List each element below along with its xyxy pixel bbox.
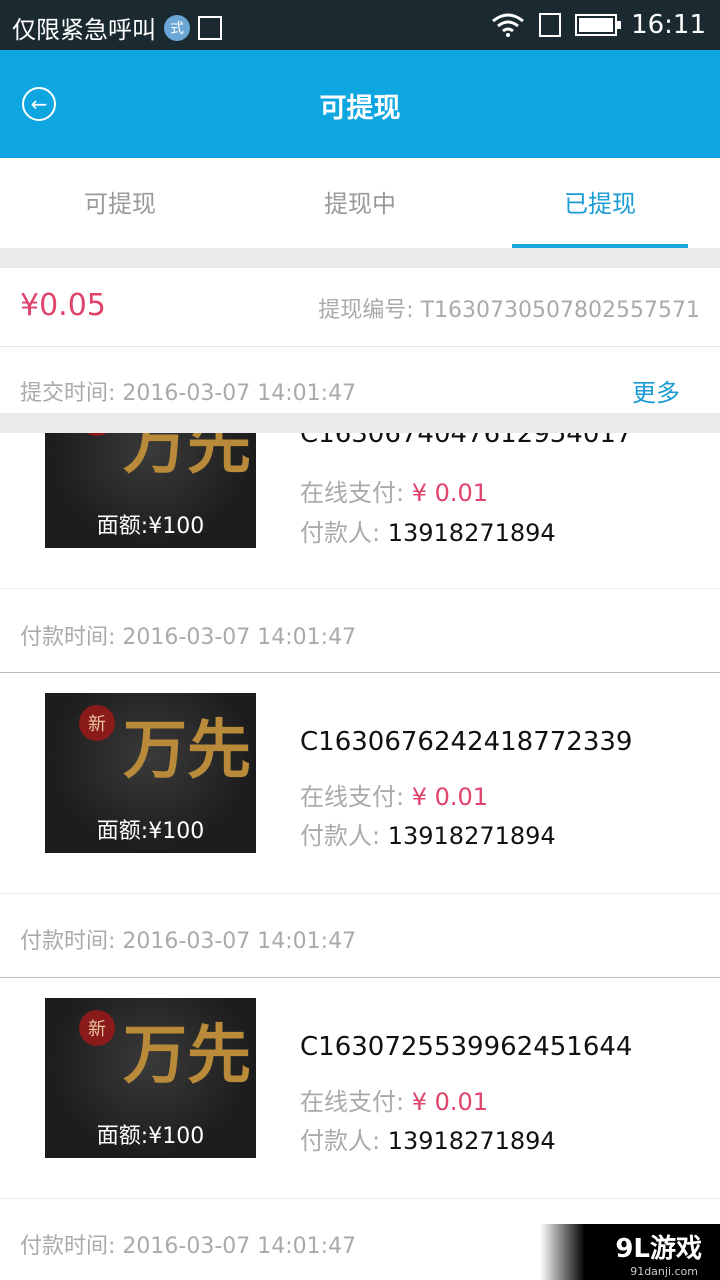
order-number: C1630674047612954017 [300, 433, 633, 449]
section-divider [0, 248, 720, 268]
brush-title: 万先 [123, 713, 251, 788]
divider [0, 1198, 720, 1199]
tab-withdrawn[interactable]: 已提现 [480, 158, 720, 248]
payment-amount: ¥ 0.01 [411, 783, 489, 811]
watermark-logo: 9L游戏 [615, 1234, 702, 1264]
payer-line: 付款人: 13918271894 [300, 1121, 556, 1156]
status-left: 仅限紧急呼叫 式 [12, 10, 222, 45]
payer-phone: 13918271894 [387, 822, 556, 850]
payment-label: 在线支付: [300, 479, 412, 507]
list-item[interactable]: 新 万先 面额:¥100 C1630676242418772339 在线支付: … [0, 673, 720, 978]
withdraw-amount: ¥0.05 [20, 288, 106, 323]
app-bar: ← 可提现 [0, 50, 720, 158]
payer-label: 付款人: [300, 1127, 388, 1155]
pay-time: 付款时间: 2016-03-07 14:01:47 [20, 1234, 357, 1259]
payer-phone: 13918271894 [387, 519, 556, 547]
seal-icon: 新 [79, 705, 115, 741]
payer-phone: 13918271894 [387, 1127, 556, 1155]
image-notification-icon [198, 15, 222, 40]
status-time: 16:11 [631, 10, 706, 40]
seal-icon: 新 [79, 433, 115, 436]
payment-amount: ¥ 0.01 [411, 479, 489, 507]
sim-icon [539, 13, 562, 37]
tab-bar: 可提现 提现中 已提现 [0, 158, 720, 248]
site-watermark: 9L游戏 91danji.com [540, 1224, 720, 1280]
card-thumbnail: 新 万先 面额:¥100 [45, 693, 256, 853]
tab-withdrawing[interactable]: 提现中 [240, 158, 480, 248]
status-bar: 仅限紧急呼叫 式 16:11 [0, 0, 720, 50]
list-item[interactable]: 新 万先 面额:¥100 C1630674047612954017 在线支付: … [0, 433, 720, 650]
payment-line: 在线支付: ¥ 0.01 [300, 777, 488, 812]
card-thumbnail: 新 万先 面额:¥100 [45, 998, 256, 1158]
pay-time: 付款时间: 2016-03-07 14:01:47 [20, 625, 357, 650]
payer-label: 付款人: [300, 519, 388, 547]
submit-time: 提交时间: 2016-03-07 14:01:47 [20, 381, 357, 406]
divider [0, 893, 720, 894]
page-title: 可提现 [319, 93, 401, 124]
card-thumbnail: 新 万先 面额:¥100 [45, 433, 256, 548]
payer-label: 付款人: [300, 822, 388, 850]
card-face-value: 面额:¥100 [96, 514, 205, 539]
order-list[interactable]: 新 万先 面额:¥100 C1630674047612954017 在线支付: … [0, 433, 720, 1280]
payment-line: 在线支付: ¥ 0.01 [300, 1082, 488, 1117]
payment-amount: ¥ 0.01 [411, 1088, 489, 1116]
tab-withdrawable[interactable]: 可提现 [0, 158, 240, 248]
withdraw-summary: ¥0.05 提现编号: T1630730507802557571 [0, 268, 720, 347]
status-right: 16:11 [491, 10, 706, 40]
battery-icon [575, 14, 622, 36]
seal-icon: 新 [79, 1010, 115, 1046]
withdraw-id: 提现编号: T1630730507802557571 [318, 298, 700, 323]
carrier-text: 仅限紧急呼叫 [12, 16, 156, 44]
pay-time: 付款时间: 2016-03-07 14:01:47 [20, 929, 357, 954]
brush-title: 万先 [123, 433, 251, 483]
card-face-value: 面额:¥100 [96, 1124, 205, 1149]
divider [0, 588, 720, 589]
submit-row: 提交时间: 2016-03-07 14:01:47 更多 [0, 347, 720, 413]
payer-line: 付款人: 13918271894 [300, 816, 556, 851]
brush-title: 万先 [123, 1018, 251, 1093]
section-divider [0, 413, 720, 433]
payment-label: 在线支付: [300, 1088, 412, 1116]
payer-line: 付款人: 13918271894 [300, 513, 556, 548]
order-number: C1630676242418772339 [300, 727, 633, 757]
card-face-value: 面额:¥100 [96, 819, 205, 844]
payment-line: 在线支付: ¥ 0.01 [300, 473, 488, 508]
payment-label: 在线支付: [300, 783, 412, 811]
roaming-icon: 式 [164, 14, 190, 41]
watermark-url: 91danji.com [630, 1265, 698, 1278]
order-number: C1630725539962451644 [300, 1032, 633, 1062]
wifi-icon [492, 13, 524, 37]
more-link[interactable]: 更多 [632, 373, 680, 408]
